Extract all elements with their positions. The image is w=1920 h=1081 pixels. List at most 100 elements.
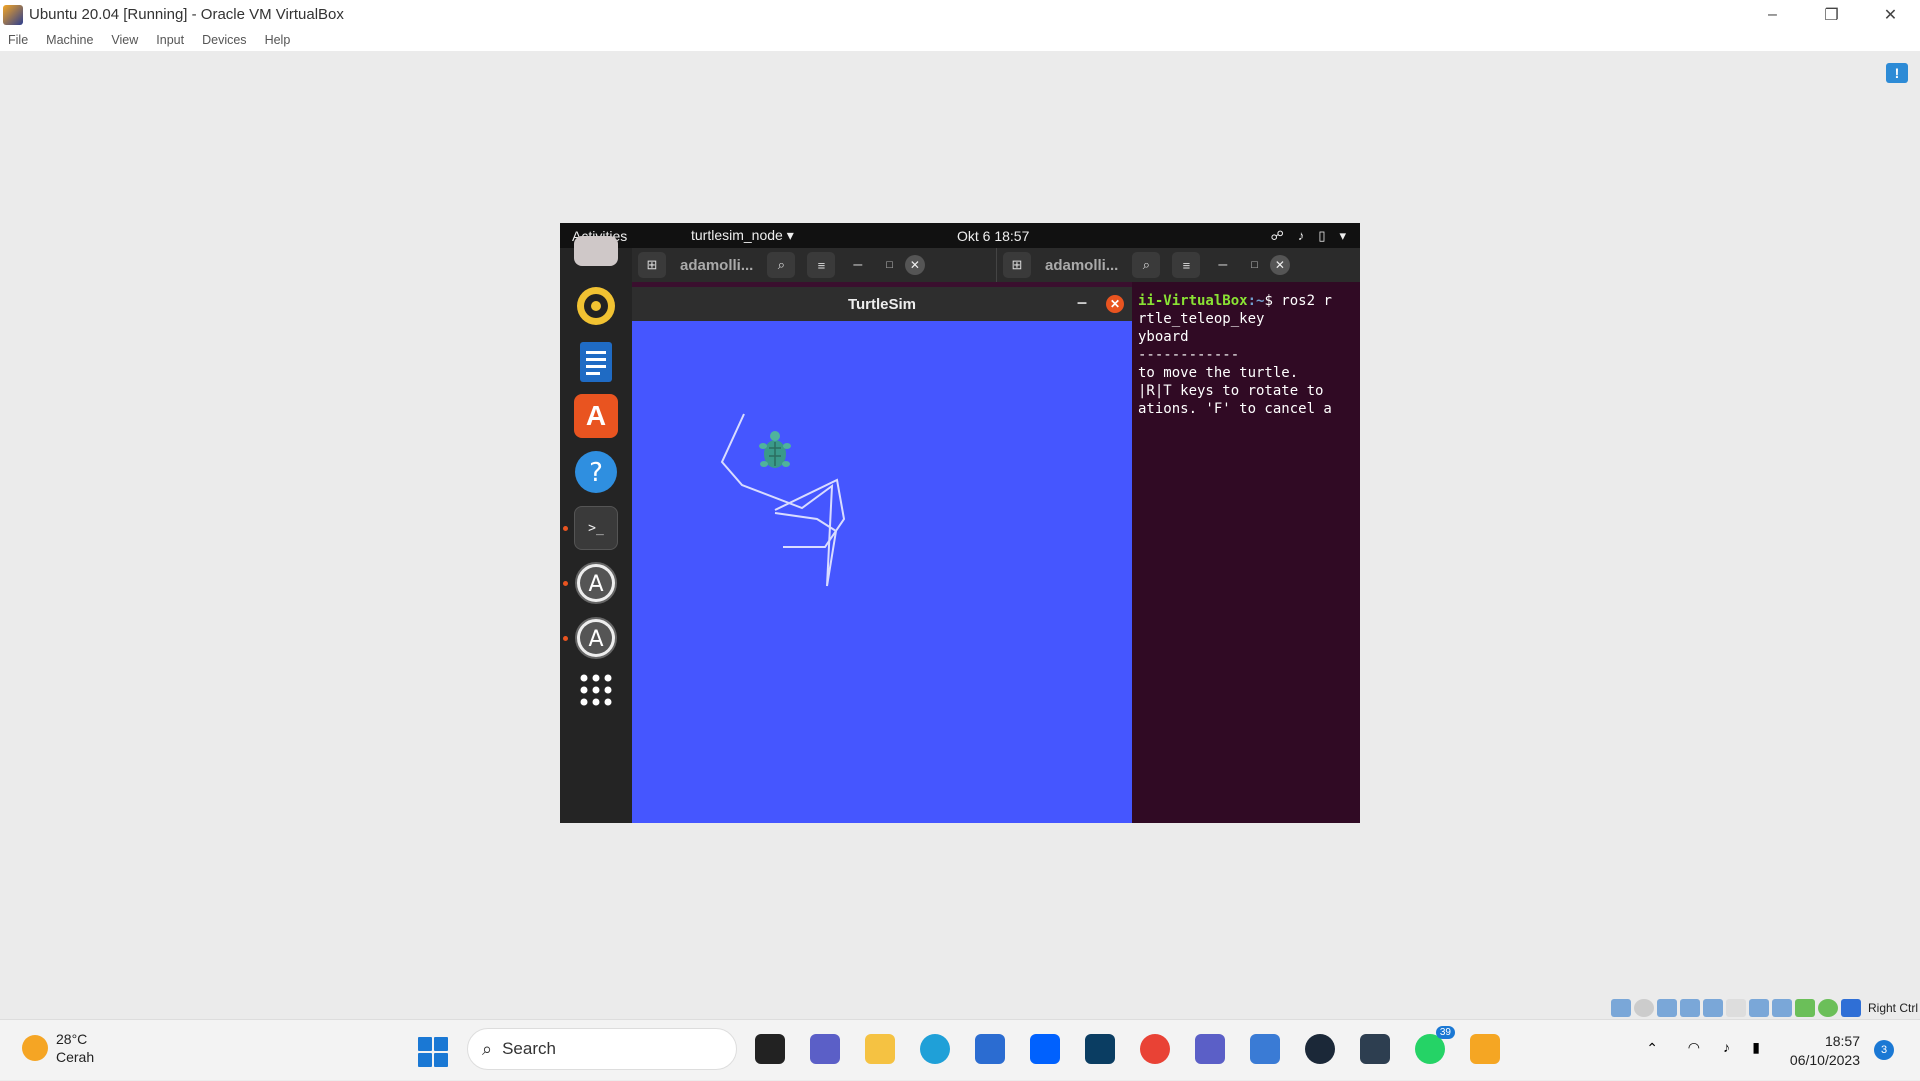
volume-icon[interactable]: ♪: [1298, 228, 1305, 244]
show-applications-icon[interactable]: [574, 668, 618, 712]
network-icon[interactable]: [1679, 999, 1700, 1017]
new-tab-icon[interactable]: ⊞: [1003, 252, 1031, 278]
virtualbox-taskbar-icon[interactable]: [1470, 1034, 1500, 1064]
app-icon[interactable]: [1085, 1034, 1115, 1064]
minimize-icon[interactable]: –: [1218, 256, 1227, 274]
store-icon[interactable]: [975, 1034, 1005, 1064]
help-icon[interactable]: ?: [574, 450, 618, 494]
window-title: Ubuntu 20.04 [Running] - Oracle VM Virtu…: [29, 6, 344, 23]
network-icon[interactable]: ☍: [1271, 228, 1284, 244]
menu-help[interactable]: Help: [265, 33, 291, 47]
notification-badge[interactable]: 3: [1874, 1040, 1894, 1060]
vbox-status-bar: Right Ctrl: [1610, 997, 1920, 1019]
chrome-icon[interactable]: [1140, 1034, 1170, 1064]
whatsapp-badge: 39: [1435, 1026, 1455, 1039]
search-icon[interactable]: ⌕: [767, 252, 796, 278]
software-updater-icon[interactable]: A: [574, 616, 618, 660]
teams-chat-icon[interactable]: [810, 1034, 840, 1064]
app-menu[interactable]: turtlesim_node ▾: [691, 227, 794, 244]
maximize-icon[interactable]: □: [886, 259, 893, 271]
steam-icon[interactable]: [1305, 1034, 1335, 1064]
optical-drive-icon[interactable]: [1633, 999, 1654, 1017]
files-icon[interactable]: [574, 236, 618, 266]
running-indicator: [563, 581, 568, 586]
menu-file[interactable]: File: [8, 33, 28, 47]
terminal1-title: adamolli...: [680, 256, 754, 274]
shared-folders-icon[interactable]: [1725, 999, 1746, 1017]
turtlesim-titlebar: TurtleSim – ✕: [632, 287, 1132, 321]
new-tab-icon[interactable]: ⊞: [638, 252, 666, 278]
mouse-integration-icon[interactable]: [1817, 999, 1838, 1017]
notification-icon[interactable]: !: [1886, 63, 1908, 83]
battery-icon[interactable]: ▯: [1318, 228, 1325, 244]
keyboard-icon[interactable]: [1840, 999, 1861, 1017]
battery-icon[interactable]: ▮: [1752, 1039, 1760, 1056]
clock-time: 18:57: [1824, 1033, 1860, 1049]
app-icon[interactable]: [1250, 1034, 1280, 1064]
minimize-icon[interactable]: –: [1077, 292, 1087, 313]
search-input[interactable]: ⌕ Search: [467, 1028, 737, 1070]
whatsapp-icon[interactable]: 39: [1415, 1026, 1455, 1064]
wifi-icon[interactable]: ◠: [1688, 1039, 1700, 1056]
menu-devices[interactable]: Devices: [202, 33, 246, 47]
terminal2-headerbar: ⊞ adamolli... ⌕ ≡ – □ ✕: [996, 248, 1360, 282]
recording-icon[interactable]: [1771, 999, 1792, 1017]
file-explorer-icon[interactable]: [865, 1034, 895, 1064]
vmware-icon[interactable]: [1360, 1034, 1390, 1064]
software-center-icon[interactable]: A: [574, 394, 618, 438]
turtlesim-title: TurtleSim: [847, 295, 917, 313]
terminal2-output[interactable]: ii-VirtualBox:~$ ros2 r rtle_teleop_key …: [1132, 282, 1360, 823]
teams-icon[interactable]: [1195, 1034, 1225, 1064]
edge-icon[interactable]: [920, 1034, 950, 1064]
cpu-icon[interactable]: [1794, 999, 1815, 1017]
minimize-button[interactable]: –: [1743, 0, 1802, 29]
close-icon[interactable]: ✕: [1269, 255, 1290, 275]
host-menubar: File Machine View Input Devices Help: [0, 29, 1920, 51]
writer-icon[interactable]: [574, 340, 618, 384]
search-icon[interactable]: ⌕: [1132, 252, 1161, 278]
chevron-down-icon[interactable]: ▾: [1339, 228, 1346, 244]
terminal1-headerbar: ⊞ adamolli... ⌕ ≡ – □ ✕: [632, 248, 1000, 282]
start-button[interactable]: [418, 1037, 448, 1067]
menu-icon[interactable]: ≡: [807, 252, 836, 278]
audio-icon[interactable]: [1656, 999, 1677, 1017]
turtle-path: [720, 413, 838, 587]
task-view-icon[interactable]: [755, 1034, 785, 1064]
display-icon[interactable]: [1748, 999, 1769, 1017]
search-placeholder: Search: [502, 1039, 556, 1058]
host-key-label: Right Ctrl: [1867, 1001, 1918, 1015]
close-button[interactable]: ✕: [1861, 0, 1920, 29]
menu-input[interactable]: Input: [156, 33, 184, 47]
gnome-system-tray[interactable]: ☍ ♪ ▯ ▾: [1271, 228, 1346, 244]
chevron-up-icon[interactable]: ⌃: [1646, 1040, 1658, 1057]
search-icon: ⌕: [482, 1038, 493, 1059]
close-icon[interactable]: ✕: [1106, 295, 1124, 313]
menu-icon[interactable]: ≡: [1172, 252, 1201, 278]
terminal-line: yboard: [1138, 329, 1189, 345]
software-updater-icon[interactable]: A: [574, 561, 618, 605]
weather-icon: [22, 1035, 48, 1061]
virtualbox-icon: [3, 4, 23, 25]
menu-view[interactable]: View: [111, 33, 138, 47]
terminal-icon[interactable]: >_: [574, 506, 618, 550]
close-icon[interactable]: ✕: [904, 255, 925, 275]
restore-button[interactable]: ❐: [1802, 0, 1861, 29]
rhythmbox-icon[interactable]: [574, 284, 618, 328]
volume-icon[interactable]: ♪: [1723, 1039, 1730, 1055]
turtle-icon: [759, 431, 791, 468]
minimize-icon[interactable]: –: [853, 256, 862, 274]
maximize-icon[interactable]: □: [1251, 259, 1258, 271]
weather-widget[interactable]: 28°C Cerah: [22, 1030, 94, 1066]
turtlesim-canvas[interactable]: [632, 321, 1132, 823]
usb-icon[interactable]: [1702, 999, 1723, 1017]
svg-text:?: ?: [589, 458, 603, 488]
hard-disk-icon[interactable]: [1610, 999, 1631, 1017]
vm-screen[interactable]: Activities turtlesim_node ▾ Okt 6 18:57 …: [560, 223, 1360, 823]
host-titlebar: Ubuntu 20.04 [Running] - Oracle VM Virtu…: [0, 0, 1920, 29]
gnome-clock[interactable]: Okt 6 18:57: [957, 228, 1029, 244]
turtlesim-window[interactable]: TurtleSim – ✕: [632, 287, 1132, 823]
system-clock[interactable]: 18:57 06/10/2023: [1790, 1032, 1860, 1070]
dropbox-icon[interactable]: [1030, 1034, 1060, 1064]
terminal-line: ------------: [1138, 347, 1240, 363]
menu-machine[interactable]: Machine: [46, 33, 93, 47]
